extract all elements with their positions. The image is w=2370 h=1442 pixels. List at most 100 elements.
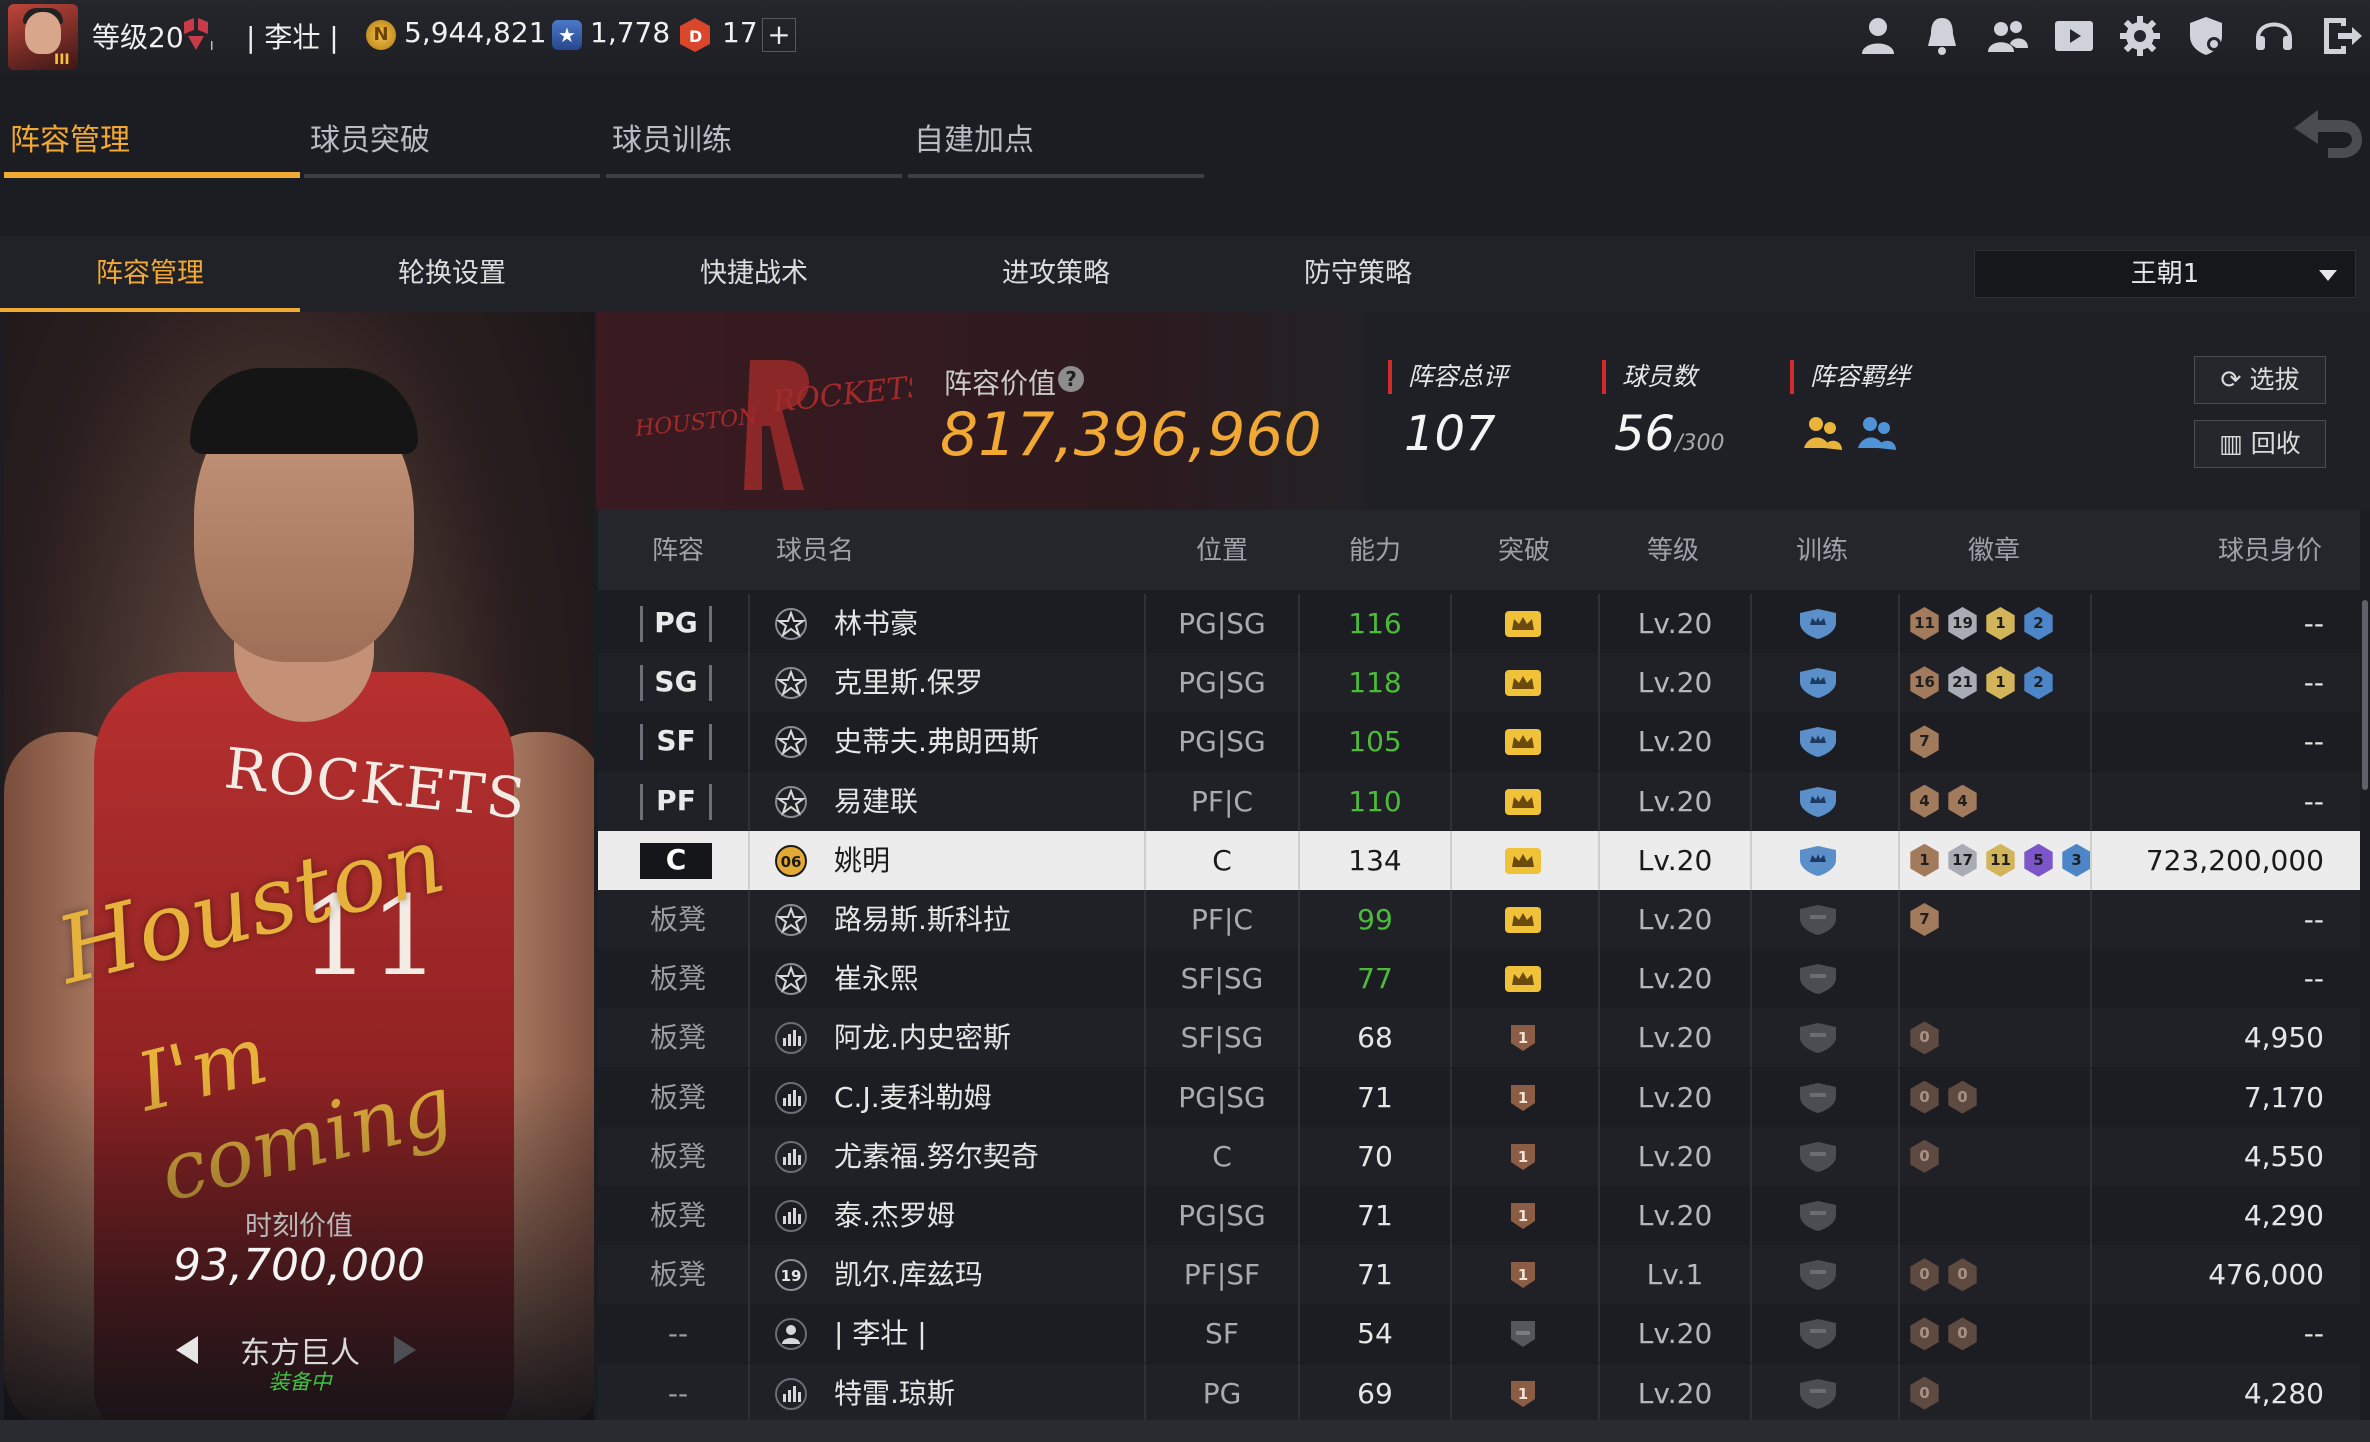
help-icon[interactable]: ?	[1058, 366, 1084, 392]
lineup-dropdown[interactable]: 王朝1	[1974, 250, 2356, 298]
lineup-slot[interactable]: --	[598, 1304, 758, 1363]
player-badge[interactable]: 17	[1948, 843, 1977, 877]
lineup-slot[interactable]: C	[640, 842, 712, 879]
exit-icon[interactable]	[2320, 14, 2364, 58]
add-currency-button[interactable]: +	[762, 18, 796, 52]
lineup-slot[interactable]: 板凳	[598, 1127, 758, 1186]
player-badge[interactable]: 4	[1948, 784, 1977, 818]
player-name[interactable]: | 李壮 |	[834, 1304, 927, 1363]
table-row[interactable]: 板凳 阿龙.内史密斯 SF|SG 68 1 Lv.20 0 4,950	[598, 1008, 2360, 1068]
scrollbar[interactable]	[2362, 600, 2368, 790]
table-row[interactable]: -- | 李壮 | SF 54 Lv.20 0 0 --	[598, 1304, 2360, 1364]
lineup-slot[interactable]: SF	[640, 724, 712, 761]
player-badge[interactable]: 21	[1948, 666, 1977, 700]
player-badge[interactable]: 11	[1910, 607, 1939, 640]
player-badge[interactable]: 4	[1910, 784, 1939, 818]
lineup-slot[interactable]: 板凳	[598, 1008, 758, 1067]
table-row[interactable]: 板凳 C.J.麦科勒姆 PG|SG 71 1 Lv.20 0 0 7,170	[598, 1067, 2360, 1127]
shield-settings-icon[interactable]	[2184, 14, 2228, 58]
player-badge[interactable]: 0	[1948, 1258, 1977, 1292]
player-badge[interactable]: 0	[1948, 1080, 1977, 1114]
player-badge[interactable]: 19	[1948, 607, 1977, 640]
player-name[interactable]: 阿龙.内史密斯	[834, 1008, 1011, 1067]
player-badge[interactable]: 1	[1986, 666, 2015, 700]
training-shield-icon[interactable]	[1796, 1201, 1840, 1231]
subtab-defense-strategy[interactable]: 防守策略	[1208, 236, 1508, 312]
player-badge[interactable]: 0	[1910, 1139, 1939, 1173]
training-shield-icon[interactable]	[1796, 964, 1840, 995]
scout-button[interactable]: ⟳ 选拔	[2194, 356, 2326, 404]
table-row[interactable]: SG 克里斯.保罗 PG|SG 118 Lv.20 16 21 1 2 --	[598, 653, 2360, 713]
headset-icon[interactable]	[2252, 14, 2296, 58]
table-row[interactable]: -- 特雷.琼斯 PG 69 1 Lv.20 0 4,280	[598, 1363, 2360, 1423]
subtab-quick-tactics[interactable]: 快捷战术	[604, 236, 904, 312]
lineup-slot[interactable]: 板凳	[598, 890, 758, 949]
lineup-slot[interactable]: 板凳	[598, 1245, 758, 1304]
training-shield-icon[interactable]	[1796, 1023, 1840, 1054]
player-badge[interactable]: 3	[2062, 843, 2091, 877]
bell-icon[interactable]	[1920, 14, 1964, 58]
player-badge[interactable]: 16	[1910, 666, 1939, 700]
player-name[interactable]: 易建联	[834, 772, 918, 831]
tab-custom-points[interactable]: 自建加点	[908, 112, 1204, 178]
subtab-rotation[interactable]: 轮换设置	[302, 236, 602, 312]
player-badge[interactable]: 1	[1986, 607, 2015, 640]
player-name[interactable]: 尤素福.努尔契奇	[834, 1127, 1039, 1186]
training-shield-icon[interactable]	[1796, 905, 1840, 935]
player-badge[interactable]: 2	[2024, 607, 2053, 640]
prev-card-arrow[interactable]	[176, 1336, 198, 1364]
player-badge[interactable]: 7	[1910, 725, 1939, 759]
tab-player-training[interactable]: 球员训练	[606, 112, 902, 178]
training-shield-icon[interactable]	[1796, 1319, 1840, 1350]
table-row[interactable]: PG 林书豪 PG|SG 116 Lv.20 11 19 1 2 --	[598, 594, 2360, 653]
training-shield-icon[interactable]	[1796, 609, 1840, 639]
player-badge[interactable]: 7	[1910, 903, 1939, 936]
bond-gold-icon[interactable]	[1802, 412, 1844, 454]
player-name[interactable]: C.J.麦科勒姆	[834, 1068, 992, 1127]
player-badge[interactable]: 0	[1910, 1021, 1939, 1055]
player-badge[interactable]: 0	[1910, 1258, 1939, 1292]
lineup-slot[interactable]: 板凳	[598, 1186, 758, 1245]
table-row[interactable]: 板凳 19 凯尔.库兹玛 PF|SF 71 1 Lv.1 0 0 476,000	[598, 1245, 2360, 1305]
training-shield-icon[interactable]	[1796, 1082, 1840, 1113]
training-shield-icon[interactable]	[1796, 1260, 1840, 1291]
player-name[interactable]: 姚明	[834, 831, 890, 890]
training-shield-icon[interactable]	[1796, 845, 1840, 876]
player-badge[interactable]: 0	[1910, 1376, 1939, 1410]
lineup-slot[interactable]: --	[598, 1364, 758, 1423]
table-row[interactable]: 板凳 路易斯.斯科拉 PF|C 99 Lv.20 7 --	[598, 890, 2360, 949]
player-badge[interactable]: 11	[1986, 843, 2015, 877]
player-name[interactable]: 崔永熙	[834, 949, 918, 1008]
training-shield-icon[interactable]	[1796, 727, 1840, 758]
training-shield-icon[interactable]	[1796, 1378, 1840, 1409]
table-row[interactable]: PF 易建联 PF|C 110 Lv.20 4 4 --	[598, 771, 2360, 831]
player-name[interactable]: 林书豪	[834, 594, 918, 653]
player-badge[interactable]: 0	[1910, 1080, 1939, 1114]
training-shield-icon[interactable]	[1796, 668, 1840, 699]
player-name[interactable]: 史蒂夫.弗朗西斯	[834, 712, 1039, 771]
recycle-button[interactable]: ▥ 回收	[2194, 420, 2326, 468]
back-arrow-icon[interactable]	[2290, 106, 2366, 164]
table-row[interactable]: 板凳 泰.杰罗姆 PG|SG 71 1 Lv.20 4,290	[598, 1186, 2360, 1245]
player-badge[interactable]: 1	[1910, 843, 1939, 877]
player-name[interactable]: 路易斯.斯科拉	[834, 890, 1011, 949]
player-name[interactable]: 特雷.琼斯	[834, 1364, 955, 1423]
training-shield-icon[interactable]	[1796, 1141, 1840, 1172]
lineup-slot[interactable]: 板凳	[598, 949, 758, 1008]
video-icon[interactable]	[2052, 14, 2096, 58]
table-row[interactable]: SF 史蒂夫.弗朗西斯 PG|SG 105 Lv.20 7 --	[598, 712, 2360, 772]
lineup-slot[interactable]: PG	[640, 606, 712, 642]
lineup-slot[interactable]: SG	[640, 665, 712, 702]
player-name[interactable]: 克里斯.保罗	[834, 653, 983, 712]
player-avatar[interactable]: III	[8, 4, 78, 70]
player-badge[interactable]: 5	[2024, 843, 2053, 877]
lineup-slot[interactable]: PF	[640, 783, 712, 820]
bond-blue-icon[interactable]	[1856, 412, 1898, 454]
subtab-lineup[interactable]: 阵容管理	[0, 236, 300, 312]
table-row[interactable]: 板凳 尤素福.努尔契奇 C 70 1 Lv.20 0 4,550	[598, 1126, 2360, 1186]
gear-icon[interactable]	[2118, 14, 2162, 58]
lineup-slot[interactable]: 板凳	[598, 1068, 758, 1127]
friends-icon[interactable]	[1986, 14, 2030, 58]
player-badge[interactable]: 0	[1910, 1317, 1939, 1351]
table-row[interactable]: 板凳 崔永熙 SF|SG 77 Lv.20 --	[598, 949, 2360, 1009]
